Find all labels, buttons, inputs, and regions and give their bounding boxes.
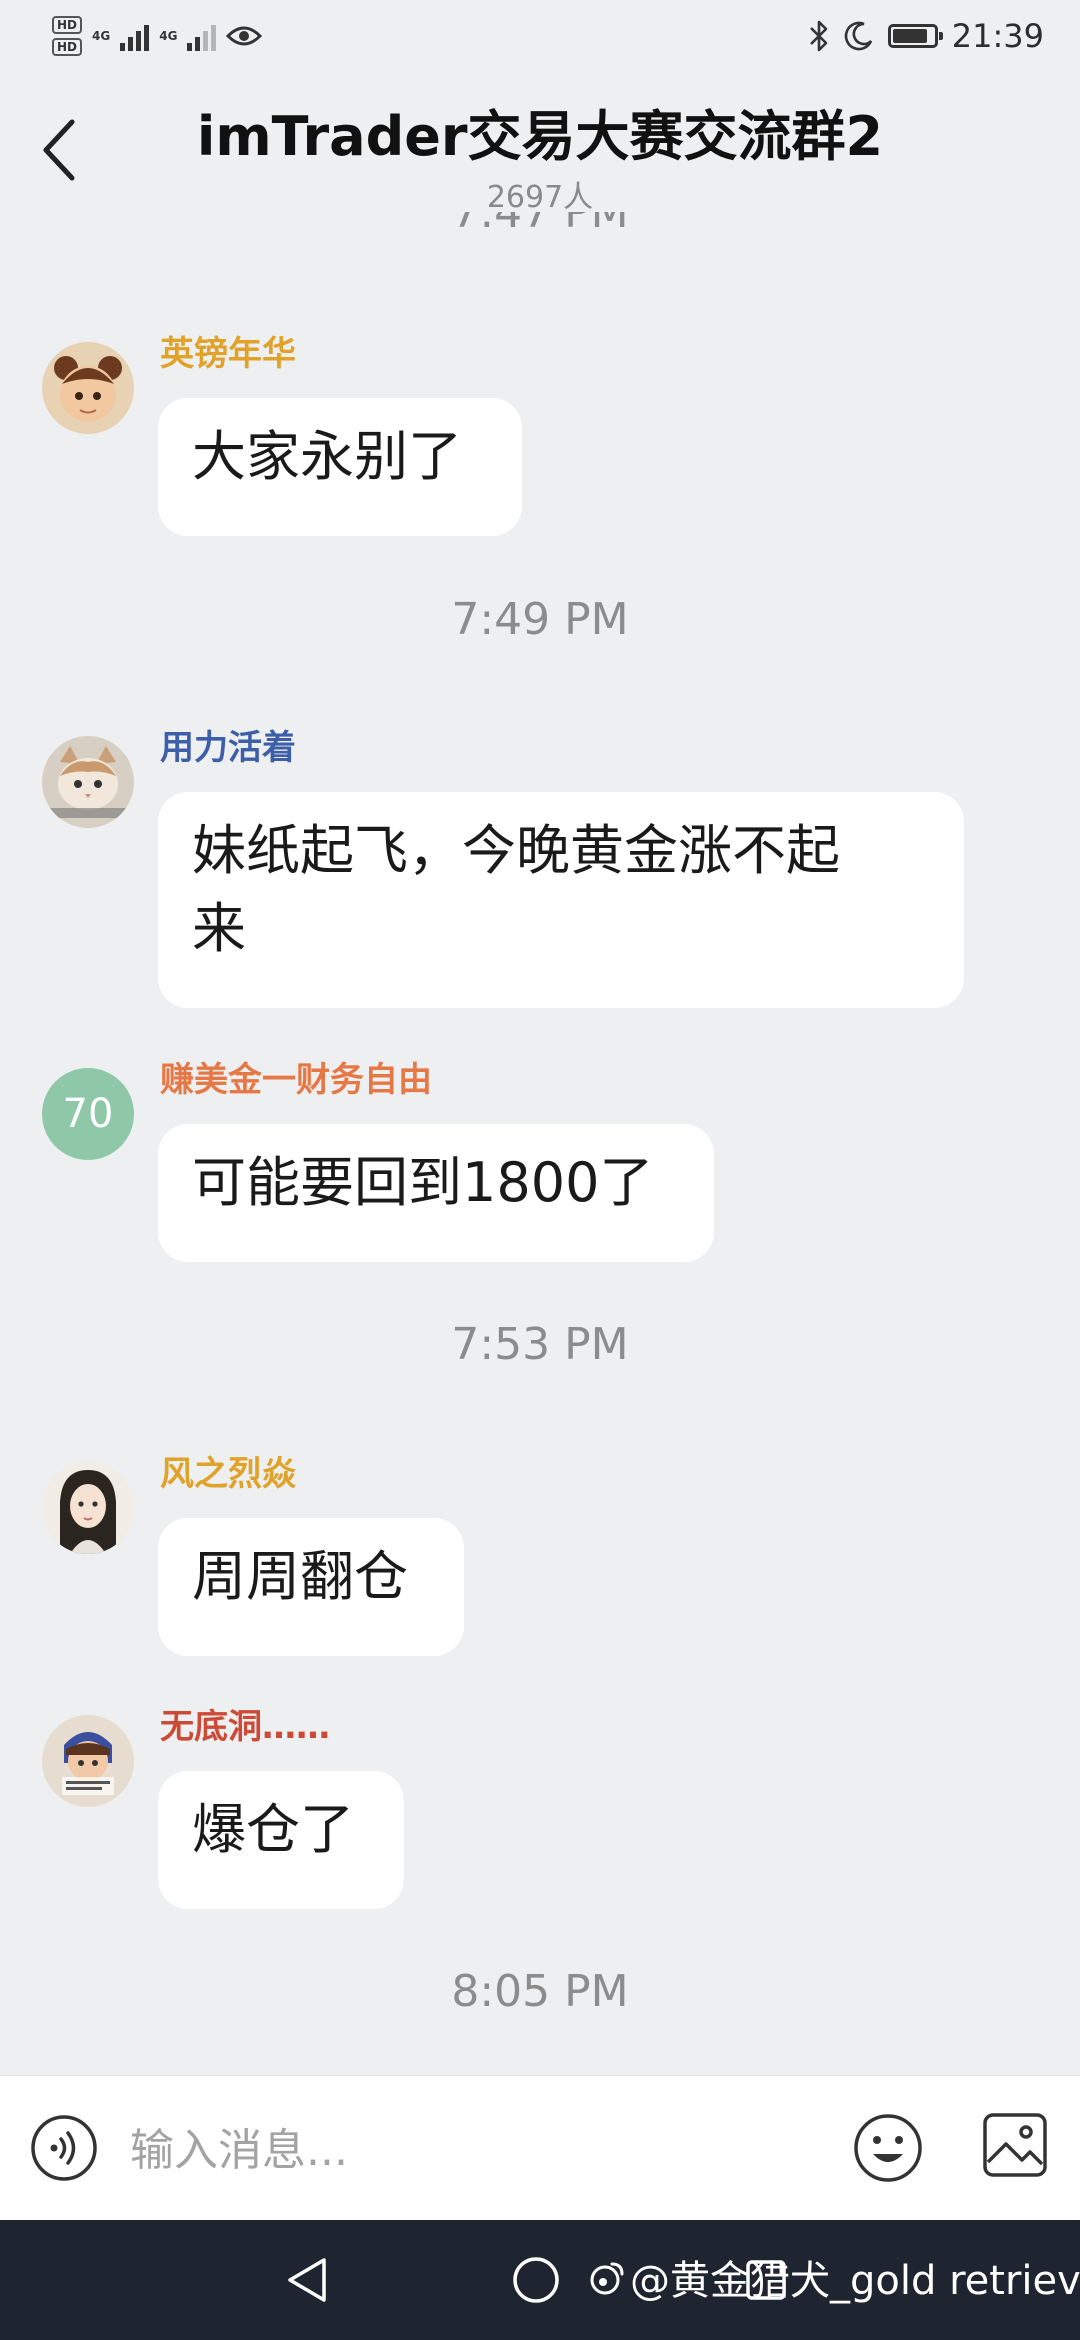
message-text: 周周翻仓: [192, 1545, 408, 1608]
message-item: 70 赚美金一财务自由 可能要回到1800了: [0, 1052, 1080, 1272]
cat-avatar-icon: [42, 736, 134, 828]
nav-home-icon[interactable]: [512, 2256, 560, 2304]
message-text-line: 妹纸起飞，今晚黄金涨不起: [192, 819, 840, 882]
input-bar: [0, 2075, 1080, 2221]
timestamp: 7:49 PM: [451, 594, 629, 645]
message-bubble[interactable]: 大家永别了: [158, 398, 522, 536]
timestamp: 8:05 PM: [451, 1966, 629, 2017]
message-item: 无底洞…… 爆仓了: [0, 1699, 1080, 1919]
image-icon[interactable]: [982, 2112, 1048, 2178]
message-bubble[interactable]: 可能要回到1800了: [158, 1124, 714, 1262]
sender-name[interactable]: 用力活着: [160, 720, 296, 769]
group-title: imTrader交易大赛交流群2: [196, 105, 884, 168]
system-nav-bar: @黄金猎犬_gold retriever: [0, 2220, 1080, 2340]
message-bubble[interactable]: 爆仓了: [158, 1771, 404, 1909]
timestamp: 7:47 PM: [451, 212, 629, 238]
chat-header: imTrader交易大赛交流群2 2697人: [0, 72, 1080, 215]
avatar-initials: 70: [62, 1091, 114, 1137]
message-text-line: 来: [192, 897, 246, 960]
sender-name[interactable]: 无底洞……: [160, 1699, 330, 1748]
watermark: @黄金猎犬_gold retriever: [588, 2248, 1080, 2306]
nav-back-icon[interactable]: [282, 2254, 332, 2306]
sender-name[interactable]: 风之烈焱: [160, 1446, 296, 1495]
message-list[interactable]: 7:47 PM 英镑年华 大家永别了 7:49 PM 用力活着 妹纸起飞，今晚黄…: [0, 212, 1080, 2075]
avatar[interactable]: 70: [42, 1068, 134, 1160]
message-item: 英镑年华 大家永别了: [0, 326, 1080, 546]
cartoon-boy-avatar-icon: [42, 342, 134, 434]
status-right: 21:39: [808, 16, 1044, 56]
sender-name[interactable]: 赚美金一财务自由: [160, 1052, 432, 1101]
member-count: 2697人: [486, 180, 594, 215]
message-text: 可能要回到1800了: [192, 1151, 654, 1214]
message-item: 风之烈焱 周周翻仓: [0, 1446, 1080, 1666]
moon-icon: [844, 21, 872, 51]
weibo-logo-icon: [590, 2262, 624, 2295]
girl-portrait-avatar-icon: [42, 1462, 134, 1554]
emoji-icon[interactable]: [852, 2112, 924, 2184]
message-input[interactable]: [128, 2106, 812, 2194]
battery-icon: [887, 24, 943, 48]
message-item: 用力活着 妹纸起飞，今晚黄金涨不起 来: [0, 720, 1080, 1020]
hd-badge: HD: [52, 16, 83, 34]
avatar[interactable]: [42, 342, 134, 434]
voice-icon[interactable]: [30, 2114, 98, 2182]
hd-badge: HD: [52, 38, 83, 56]
watermark-text: @黄金猎犬_gold retriever: [630, 2258, 1080, 2304]
message-bubble[interactable]: 周周翻仓: [158, 1518, 464, 1656]
signal-icon: [120, 21, 150, 51]
avatar[interactable]: [42, 1715, 134, 1807]
status-left: HD HD 4G 4G: [52, 14, 263, 58]
avatar[interactable]: [42, 736, 134, 828]
clock: 21:39: [951, 17, 1044, 55]
bluetooth-icon: [809, 20, 828, 52]
network-type: 4G: [159, 29, 178, 43]
status-bar: HD HD 4G 4G 21:39: [0, 0, 1080, 72]
eye-icon: [226, 26, 263, 46]
message-text: 大家永别了: [192, 425, 462, 488]
cartoon-girl-avatar-icon: [42, 1715, 134, 1807]
message-text: 爆仓了: [192, 1798, 354, 1861]
signal-icon: [187, 21, 217, 51]
avatar[interactable]: [42, 1462, 134, 1554]
timestamp: 7:53 PM: [451, 1319, 629, 1370]
message-bubble[interactable]: 妹纸起飞，今晚黄金涨不起 来: [158, 792, 964, 1008]
network-type: 4G: [92, 29, 111, 43]
sender-name[interactable]: 英镑年华: [160, 326, 296, 375]
